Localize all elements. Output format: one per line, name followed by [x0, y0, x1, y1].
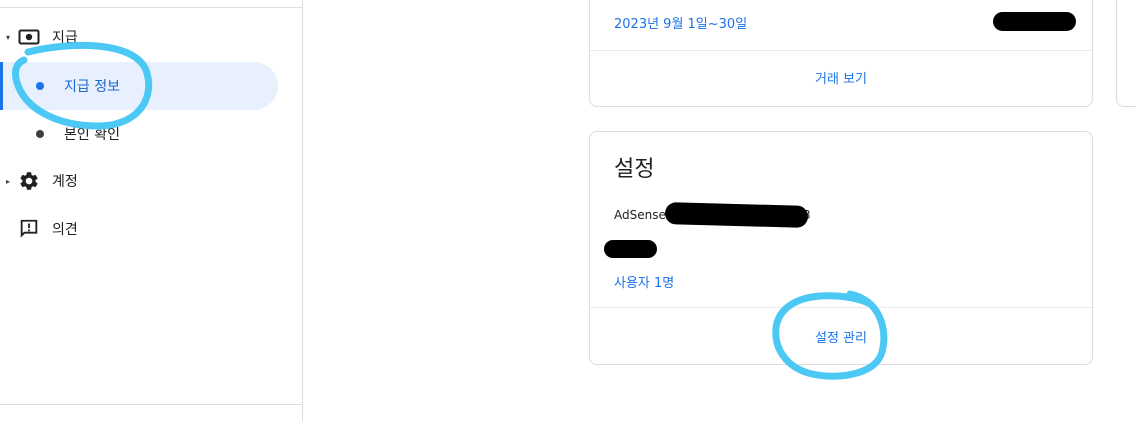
page: ▾ 지급 지급 정보 본인 확인 ▸ 계정 의견 2023년 9월 1일~30일…	[0, 0, 1136, 421]
caret-right-icon: ▸	[5, 176, 10, 186]
feedback-icon	[18, 218, 40, 240]
sidebar-top-divider	[0, 7, 302, 8]
gear-icon	[18, 170, 40, 192]
active-indicator	[0, 62, 3, 110]
redacted-account-name	[604, 240, 657, 258]
settings-card: 설정 AdSense 3 사용자 1명 설정 관리	[589, 131, 1093, 365]
date-range-link[interactable]: 2023년 9월 1일~30일	[614, 13, 747, 32]
sidebar-item-payment-info[interactable]: 지급 정보	[0, 62, 278, 110]
sidebar-item-feedback[interactable]: 의견	[0, 214, 78, 244]
transactions-card: 2023년 9월 1일~30일 거래 보기	[589, 0, 1093, 107]
sidebar: ▾ 지급 지급 정보 본인 확인 ▸ 계정 의견	[0, 0, 303, 421]
sidebar-item-label: 지급	[52, 30, 78, 46]
redacted-amount	[993, 12, 1076, 31]
sidebar-item-identity[interactable]: 본인 확인	[0, 110, 120, 158]
money-icon	[18, 26, 40, 48]
bullet-icon	[36, 82, 44, 90]
adjacent-card	[1116, 0, 1136, 107]
settings-title: 설정	[614, 157, 655, 182]
sidebar-item-label: 본인 확인	[64, 127, 120, 143]
caret-down-icon: ▾	[5, 32, 10, 42]
bullet-icon	[36, 130, 44, 138]
card-divider	[590, 307, 1092, 308]
sidebar-bottom-divider	[0, 404, 302, 405]
manage-settings-link[interactable]: 설정 관리	[590, 327, 1092, 346]
redacted-publisher-id	[664, 202, 809, 228]
sidebar-item-label: 지급 정보	[64, 79, 120, 95]
users-link[interactable]: 사용자 1명	[614, 272, 674, 291]
sidebar-item-account[interactable]: ▸ 계정	[0, 166, 78, 196]
sidebar-item-payments[interactable]: ▾ 지급	[0, 22, 78, 52]
sidebar-item-label: 계정	[52, 174, 78, 190]
sidebar-item-label: 의견	[52, 222, 78, 238]
adsense-id-prefix: AdSense	[614, 208, 666, 222]
card-divider	[590, 50, 1092, 51]
view-transactions-link[interactable]: 거래 보기	[590, 68, 1092, 87]
